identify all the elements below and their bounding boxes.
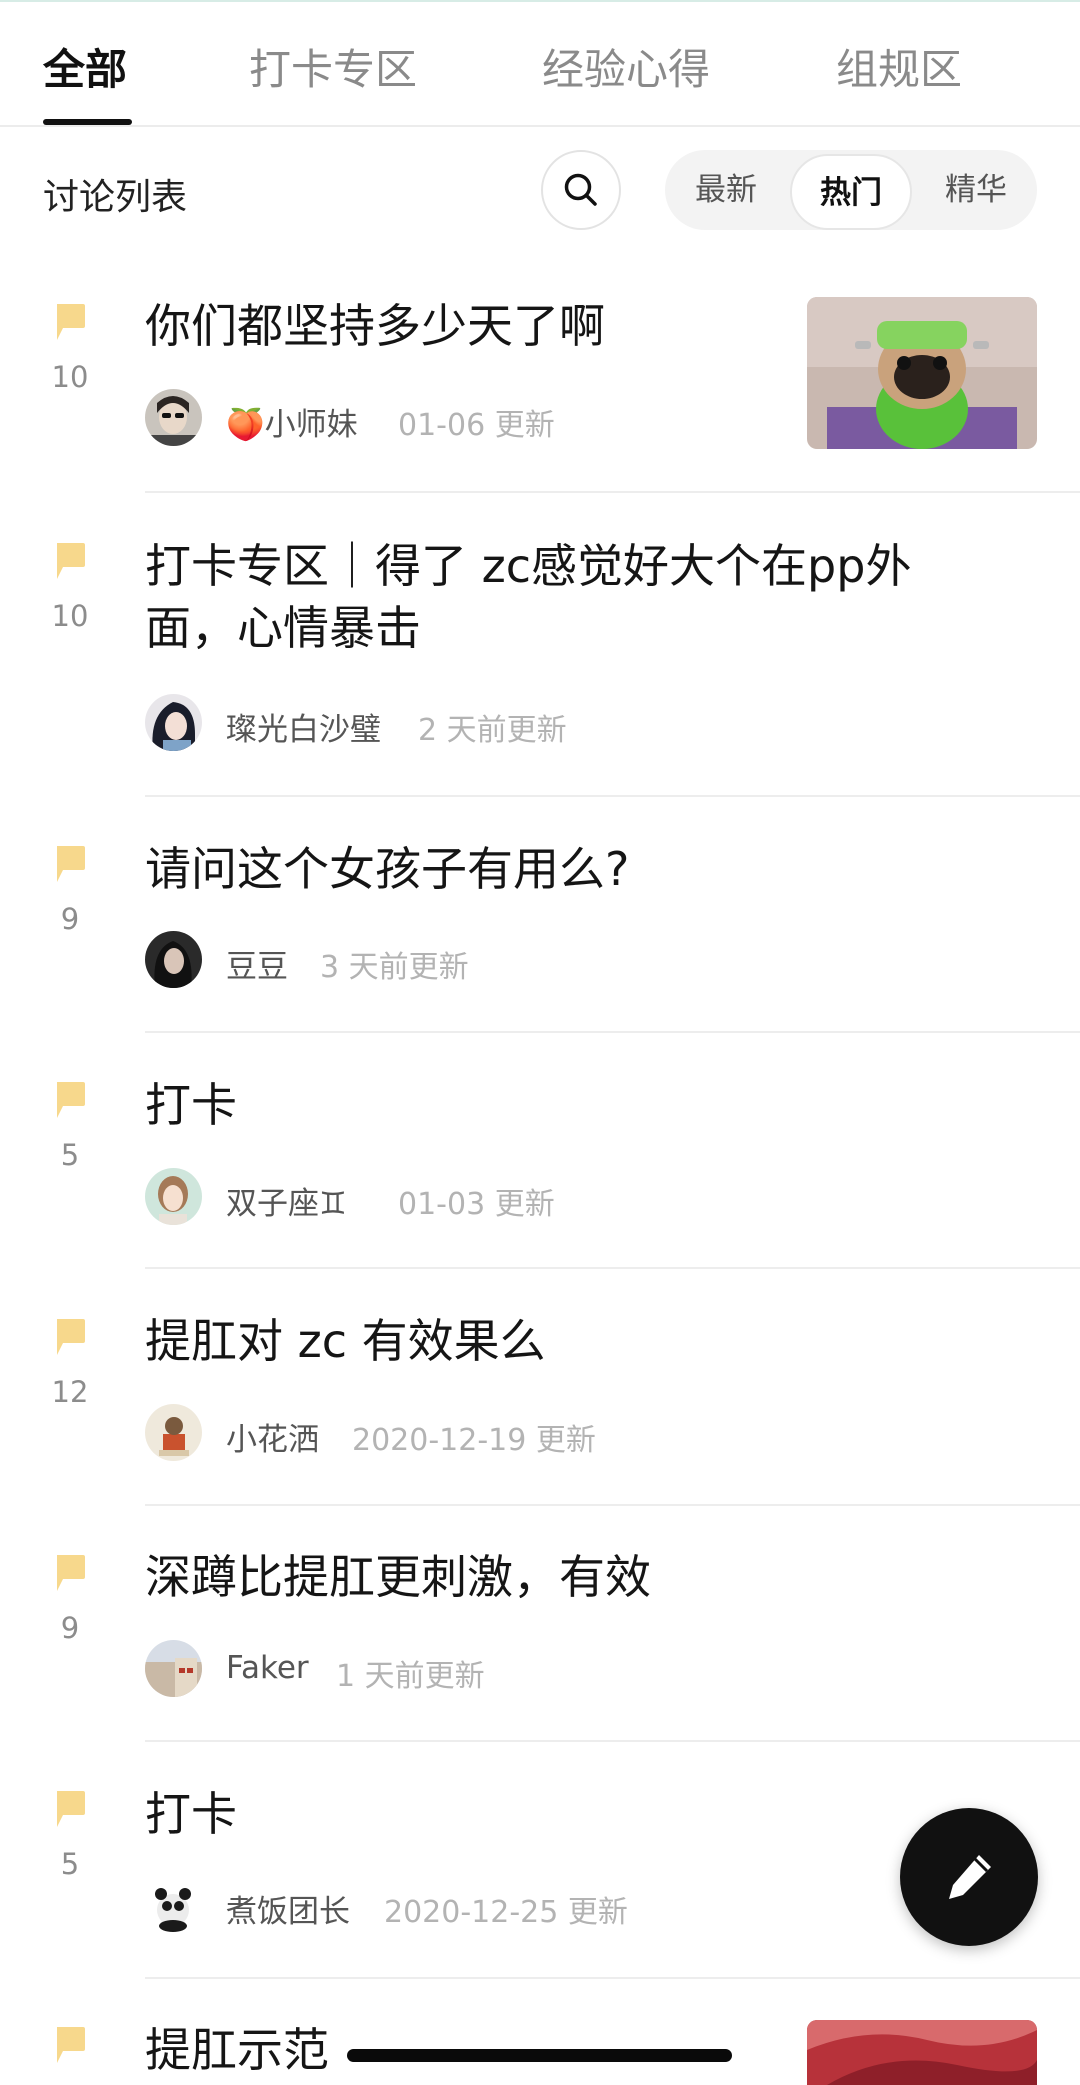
update-time: 01-06 更新 xyxy=(398,408,555,443)
comment-flag-icon xyxy=(57,2027,85,2063)
comment-flag-icon xyxy=(57,1082,85,1118)
avatar[interactable] xyxy=(145,694,202,751)
row-divider xyxy=(145,491,1080,493)
row-divider xyxy=(145,1740,1080,1742)
author-name[interactable]: 双子座♊ xyxy=(226,1178,347,1223)
update-time: 1 天前更新 xyxy=(336,1659,485,1694)
author-name[interactable]: 豆豆 xyxy=(226,941,288,986)
author-name[interactable]: 煮饭团长 xyxy=(226,1886,350,1931)
category-tabs: 全部 打卡专区 经验心得 组规区 xyxy=(0,0,1080,127)
home-indicator xyxy=(347,2049,732,2062)
post-title[interactable]: 请问这个女孩子有用么? xyxy=(145,838,629,900)
sort-latest[interactable]: 最新 xyxy=(665,150,787,230)
comment-flag-icon xyxy=(57,1555,85,1591)
post-title-line-1[interactable]: 打卡专区｜得了 zc感觉好大个在pp外 xyxy=(145,535,911,597)
row-divider xyxy=(145,1031,1080,1033)
update-time: 3 天前更新 xyxy=(320,950,469,985)
author-name[interactable]: 璨光白沙璧 xyxy=(226,704,381,749)
tab-all[interactable]: 全部 xyxy=(43,36,127,97)
avatar[interactable] xyxy=(145,1640,202,1697)
comment-flag-icon xyxy=(57,1319,85,1355)
reply-count: 9 xyxy=(60,902,80,936)
comment-flag-icon xyxy=(57,543,85,579)
comment-flag-icon xyxy=(57,304,85,340)
reply-count: 5 xyxy=(60,1847,80,1881)
avatar[interactable] xyxy=(145,1876,202,1933)
post-thumbnail[interactable] xyxy=(807,297,1037,449)
pencil-icon xyxy=(949,1855,991,1899)
sort-featured[interactable]: 精华 xyxy=(915,150,1037,230)
search-button[interactable] xyxy=(541,150,621,230)
avatar[interactable] xyxy=(145,389,202,446)
avatar[interactable] xyxy=(145,931,202,988)
post-title[interactable]: 你们都坚持多少天了啊 xyxy=(145,295,605,357)
search-icon xyxy=(564,173,597,206)
tab-checkin[interactable]: 打卡专区 xyxy=(249,36,417,97)
row-divider xyxy=(145,795,1080,797)
post-title[interactable]: 打卡 xyxy=(145,1783,237,1845)
tab-experience[interactable]: 经验心得 xyxy=(542,36,710,97)
post-thumbnail[interactable] xyxy=(807,2020,1037,2085)
author-name[interactable]: 🍑小师妹 xyxy=(226,399,358,444)
update-time: 2 天前更新 xyxy=(418,713,567,748)
reply-count: 9 xyxy=(60,1611,80,1645)
post-title[interactable]: 深蹲比提肛更刺激，有效 xyxy=(145,1546,651,1608)
list-title: 讨论列表 xyxy=(43,177,188,218)
tab-rules[interactable]: 组规区 xyxy=(836,36,962,97)
update-time: 01-03 更新 xyxy=(398,1187,555,1222)
post-title-line-2[interactable]: 面，心情暴击 xyxy=(145,597,421,659)
row-divider xyxy=(145,1504,1080,1506)
post-title[interactable]: 提肛示范 xyxy=(145,2019,329,2081)
reply-count: 10 xyxy=(51,360,89,394)
update-time: 2020-12-19 更新 xyxy=(352,1423,596,1458)
update-time: 2020-12-25 更新 xyxy=(384,1895,628,1930)
active-tab-indicator xyxy=(43,119,132,125)
reply-count: 5 xyxy=(60,1138,80,1172)
comment-flag-icon xyxy=(57,1791,85,1827)
reply-count: 10 xyxy=(51,599,89,633)
sort-hot[interactable]: 热门 xyxy=(790,154,912,230)
author-name[interactable]: 小花洒 xyxy=(226,1414,319,1459)
comment-flag-icon xyxy=(57,846,85,882)
compose-button[interactable] xyxy=(900,1808,1038,1946)
reply-count: 12 xyxy=(51,1375,89,1409)
avatar[interactable] xyxy=(145,1168,202,1225)
sort-segmented-control: 最新 热门 精华 xyxy=(665,150,1037,230)
post-title[interactable]: 打卡 xyxy=(145,1074,237,1136)
author-name[interactable]: Faker xyxy=(226,1650,309,1686)
post-title[interactable]: 提肛对 zc 有效果么 xyxy=(145,1310,546,1372)
row-divider xyxy=(145,1267,1080,1269)
row-divider xyxy=(145,1977,1080,1979)
avatar[interactable] xyxy=(145,1404,202,1461)
